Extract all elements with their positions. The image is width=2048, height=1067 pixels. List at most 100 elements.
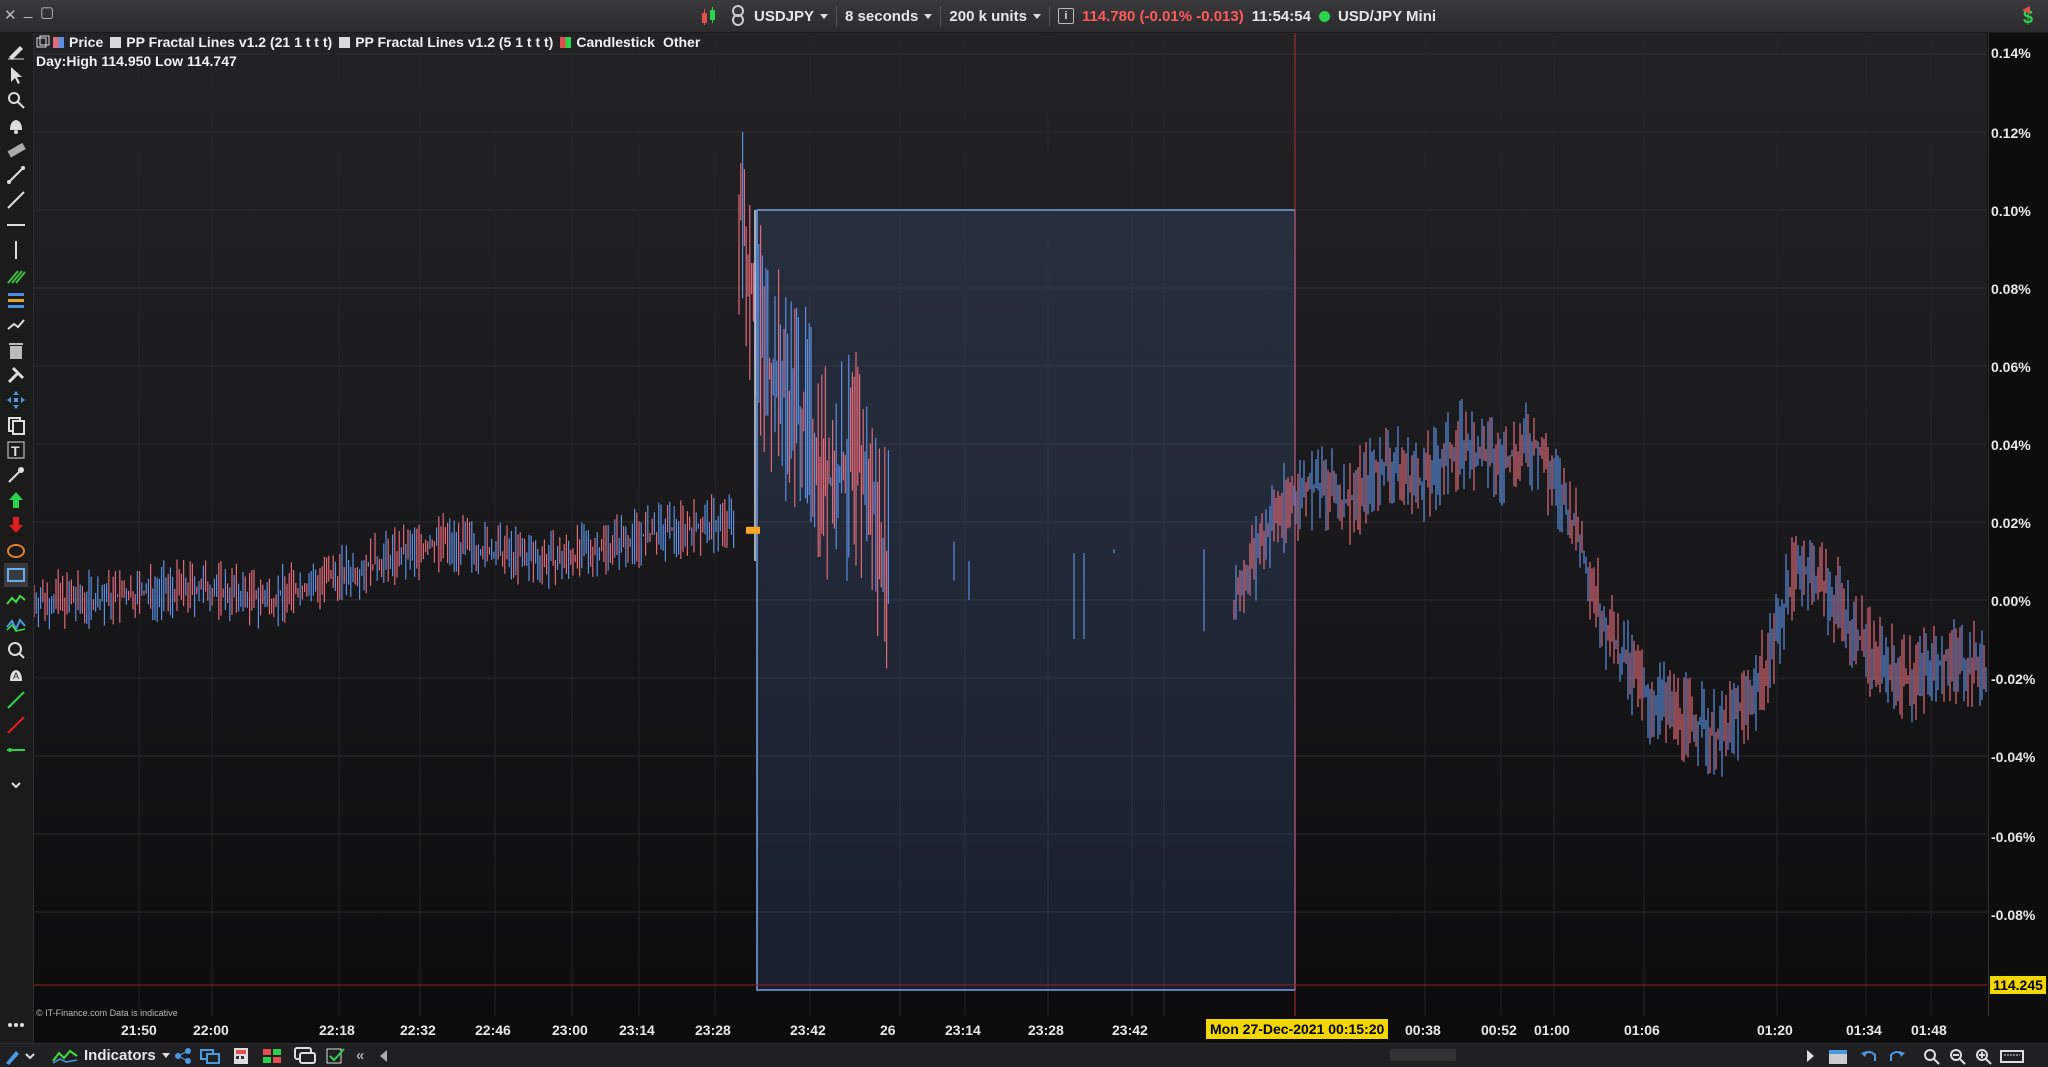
indicators-button[interactable]: Indicators — [52, 1046, 170, 1065]
zoom-area-icon[interactable] — [1922, 1046, 1940, 1065]
zoom-out-icon[interactable] — [1948, 1046, 1966, 1065]
rectangle-icon[interactable] — [4, 563, 28, 587]
ruler-icon[interactable] — [4, 138, 28, 162]
redo-icon[interactable] — [1888, 1046, 1906, 1065]
interval-label: 8 seconds — [845, 7, 919, 25]
legend-candlestick[interactable]: Candlestick — [576, 34, 655, 50]
fibonacci-icon[interactable] — [4, 288, 28, 312]
scanner-grid-icon[interactable] — [262, 1046, 282, 1065]
window-icon[interactable] — [36, 35, 50, 49]
symbol-label: USDJPY — [754, 7, 815, 25]
move-arrows-icon[interactable] — [4, 388, 28, 412]
units-dropdown[interactable]: 200 k units — [949, 8, 1041, 25]
vertical-line-icon[interactable] — [4, 238, 28, 262]
x-tick: 22:32 — [400, 1022, 436, 1038]
more-dots-icon[interactable] — [4, 1013, 28, 1037]
chevron-down-icon[interactable] — [4, 773, 28, 797]
symbol-dropdown[interactable]: USDJPY — [754, 7, 829, 25]
crosshair-time-label: Mon 27-Dec-2021 00:15:20 — [1206, 1019, 1389, 1039]
ellipse-icon[interactable] — [4, 538, 28, 562]
pitchfork-icon[interactable] — [4, 263, 28, 287]
wave-green-icon[interactable] — [4, 588, 28, 612]
price-swatch — [53, 36, 64, 48]
copy-icon[interactable] — [4, 413, 28, 437]
y-tick: -0.08% — [1991, 907, 2036, 923]
alert-bell-icon[interactable] — [4, 113, 28, 137]
chevron-down-icon — [161, 1053, 170, 1058]
horizontal-line-icon[interactable] — [4, 213, 28, 237]
wave-multi-icon[interactable] — [4, 613, 28, 637]
x-tick: 22:00 — [193, 1022, 229, 1038]
x-axis[interactable]: 21:50 22:00 22:18 22:32 22:46 23:00 23:1… — [34, 1016, 2048, 1042]
eyedropper-icon[interactable] — [4, 463, 28, 487]
trash-icon[interactable] — [4, 338, 28, 362]
x-tick: 01:06 — [1624, 1022, 1660, 1038]
chart-canvas[interactable] — [34, 33, 1987, 1016]
zoom-tool-icon[interactable] — [4, 638, 28, 662]
price-chart[interactable] — [34, 33, 1987, 1016]
keyboard-icon[interactable] — [2000, 1046, 2024, 1065]
chevron-down-icon — [924, 13, 933, 19]
title-bar: ✕ _ ▢ USDJPY 8 seconds 200 k units i 114… — [0, 0, 2048, 33]
current-price-label: 114.245 — [1990, 976, 2046, 994]
link-chain-icon[interactable] — [730, 5, 746, 27]
x-tick: 23:00 — [552, 1022, 588, 1038]
price-quote: 114.780 (-0.01% -0.013) — [1081, 7, 1244, 25]
horizontal-scrollbar[interactable] — [1390, 1049, 1456, 1061]
line-red-icon[interactable] — [4, 713, 28, 737]
anchor-line-icon[interactable] — [4, 738, 28, 762]
x-tick: 23:28 — [695, 1022, 731, 1038]
arrow-up-icon[interactable] — [4, 488, 28, 512]
trend-channel-icon[interactable] — [4, 313, 28, 337]
svg-text:T: T — [11, 443, 20, 459]
zoom-in-icon[interactable] — [1974, 1046, 1992, 1065]
alert-tool-icon[interactable]: A — [4, 663, 28, 687]
y-tick: 0.14% — [1991, 45, 2031, 61]
share-icon[interactable] — [174, 1046, 192, 1065]
legend-other[interactable]: Other — [663, 34, 700, 50]
calendar-icon[interactable] — [1828, 1046, 1848, 1065]
text-tool-icon[interactable]: T — [4, 438, 28, 462]
y-axis[interactable]: 0.14% 0.12% 0.10% 0.08% 0.06% 0.04% 0.02… — [1988, 33, 2048, 1016]
close-icon[interactable]: ✕ — [4, 6, 17, 24]
line-green-icon[interactable] — [4, 688, 28, 712]
scroll-right-icon[interactable] — [1804, 1046, 1816, 1065]
maximize-icon[interactable]: ▢ — [40, 3, 54, 21]
quote-time: 11:54:54 — [1251, 7, 1311, 25]
y-tick: 0.00% — [1991, 593, 2031, 609]
currency-exchange-icon[interactable]: $ — [2020, 4, 2042, 28]
fractal-marker — [746, 526, 760, 534]
pencil-icon[interactable] — [4, 38, 28, 62]
interval-dropdown[interactable]: 8 seconds — [845, 7, 933, 25]
tools-icon[interactable] — [4, 363, 28, 387]
line-segment-icon[interactable] — [4, 163, 28, 187]
x-tick: 26 — [880, 1022, 896, 1038]
selection-rectangle — [756, 209, 1296, 991]
y-tick: 0.10% — [1991, 203, 2031, 219]
x-tick: 21:50 — [121, 1022, 157, 1038]
scroll-start-icon[interactable]: « — [356, 1046, 364, 1065]
screens-icon[interactable] — [200, 1046, 220, 1065]
checklist-icon[interactable] — [326, 1046, 346, 1065]
legend-fractal-lines-21[interactable]: PP Fractal Lines v1.2 (21 1 t t t) — [126, 34, 332, 50]
indicators-label: Indicators — [84, 1047, 156, 1064]
y-tick: 0.02% — [1991, 515, 2031, 531]
instrument-name: USD/JPY Mini — [1337, 7, 1437, 25]
legend-fractal-lines-5[interactable]: PP Fractal Lines v1.2 (5 1 t t t) — [355, 34, 553, 50]
candlestick-chart-icon[interactable] — [700, 6, 722, 26]
minimize-icon[interactable]: _ — [24, 2, 32, 19]
pen-icon[interactable] — [4, 1046, 38, 1065]
undo-icon[interactable] — [1860, 1046, 1878, 1065]
cursor-arrow-icon[interactable] — [4, 63, 28, 87]
x-tick: 00:52 — [1481, 1022, 1517, 1038]
x-tick: 01:48 — [1911, 1022, 1947, 1038]
legend-price[interactable]: Price — [69, 34, 103, 50]
chat-icon[interactable] — [294, 1046, 316, 1065]
ray-line-icon[interactable] — [4, 188, 28, 212]
calculator-icon[interactable] — [232, 1046, 250, 1065]
arrow-down-icon[interactable] — [4, 513, 28, 537]
info-icon[interactable]: i — [1057, 8, 1074, 24]
svg-text:A: A — [13, 671, 19, 681]
magnifier-icon[interactable] — [4, 88, 28, 112]
scroll-left-icon[interactable] — [378, 1046, 390, 1065]
